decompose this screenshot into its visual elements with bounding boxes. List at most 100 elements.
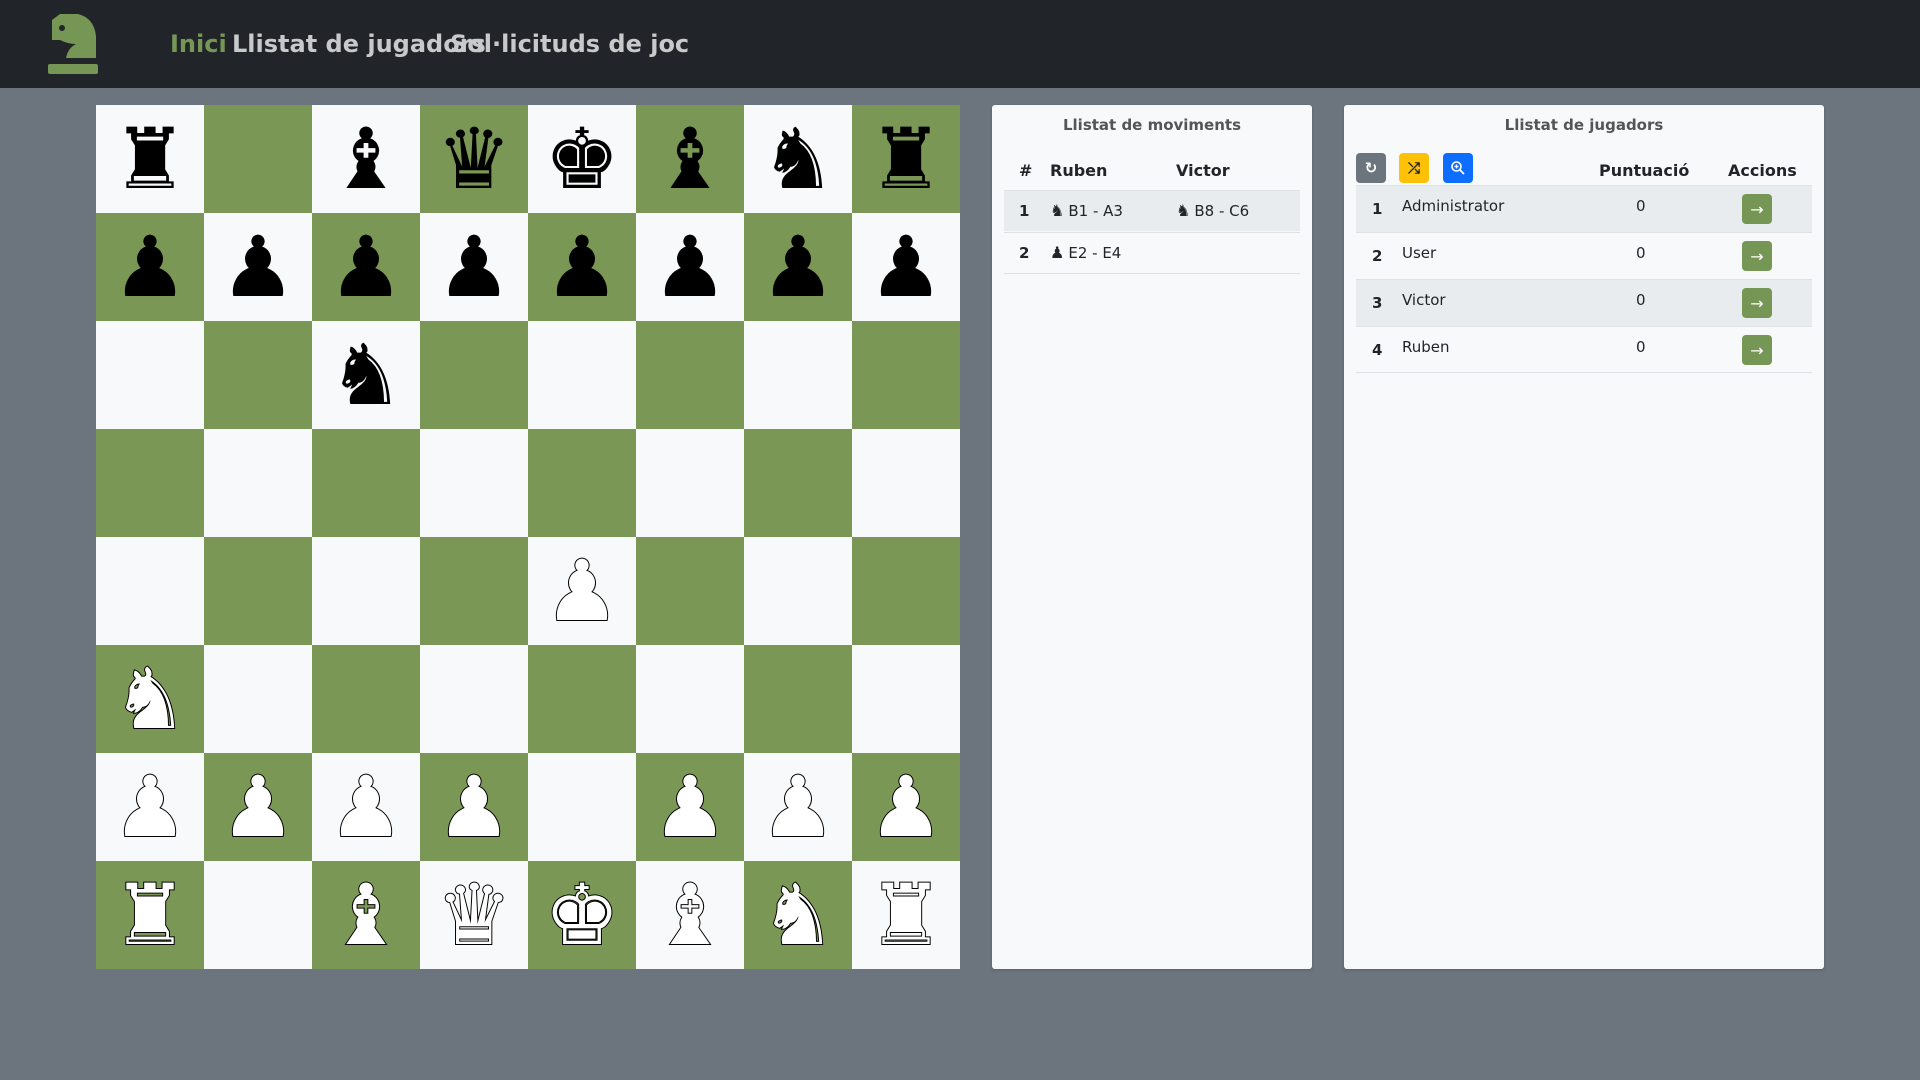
- square-d5[interactable]: [420, 429, 528, 537]
- square-d8[interactable]: ♛: [420, 105, 528, 213]
- square-e2[interactable]: [528, 753, 636, 861]
- square-g2[interactable]: ♟: [744, 753, 852, 861]
- square-a8[interactable]: ♜: [96, 105, 204, 213]
- square-b5[interactable]: [204, 429, 312, 537]
- square-d6[interactable]: [420, 321, 528, 429]
- nav-link-inici[interactable]: Inici: [170, 28, 227, 60]
- black-pawn-icon[interactable]: ♟: [868, 225, 943, 309]
- square-b7[interactable]: ♟: [204, 213, 312, 321]
- nav-link-sollicituds[interactable]: Sol·licituds de joc: [450, 28, 689, 60]
- square-d7[interactable]: ♟: [420, 213, 528, 321]
- square-c2[interactable]: ♟: [312, 753, 420, 861]
- square-d1[interactable]: ♛: [420, 861, 528, 969]
- square-b3[interactable]: [204, 645, 312, 753]
- square-e4[interactable]: ♟: [528, 537, 636, 645]
- square-c3[interactable]: [312, 645, 420, 753]
- square-e1[interactable]: ♚: [528, 861, 636, 969]
- white-knight-icon[interactable]: ♞: [759, 872, 836, 958]
- square-d2[interactable]: ♟: [420, 753, 528, 861]
- square-f4[interactable]: [636, 537, 744, 645]
- square-g4[interactable]: [744, 537, 852, 645]
- challenge-player-button[interactable]: →: [1742, 241, 1772, 271]
- white-pawn-icon[interactable]: ♟: [327, 764, 404, 850]
- nav-link-llistat-jugadors[interactable]: Llistat de jugadors: [232, 28, 486, 60]
- square-c1[interactable]: ♝: [312, 861, 420, 969]
- square-c5[interactable]: [312, 429, 420, 537]
- black-pawn-icon[interactable]: ♟: [436, 225, 511, 309]
- white-knight-icon[interactable]: ♞: [111, 656, 188, 742]
- square-d3[interactable]: [420, 645, 528, 753]
- square-e6[interactable]: [528, 321, 636, 429]
- square-a7[interactable]: ♟: [96, 213, 204, 321]
- white-pawn-icon[interactable]: ♟: [435, 764, 512, 850]
- square-a2[interactable]: ♟: [96, 753, 204, 861]
- white-bishop-icon[interactable]: ♝: [327, 872, 404, 958]
- square-h7[interactable]: ♟: [852, 213, 960, 321]
- square-h3[interactable]: [852, 645, 960, 753]
- square-c7[interactable]: ♟: [312, 213, 420, 321]
- black-king-icon[interactable]: ♚: [544, 117, 619, 201]
- challenge-player-button[interactable]: →: [1742, 335, 1772, 365]
- zoom-in-button[interactable]: [1443, 153, 1473, 183]
- black-knight-icon[interactable]: ♞: [328, 333, 403, 417]
- square-e3[interactable]: [528, 645, 636, 753]
- square-d4[interactable]: [420, 537, 528, 645]
- square-c8[interactable]: ♝: [312, 105, 420, 213]
- black-pawn-icon[interactable]: ♟: [760, 225, 835, 309]
- square-b6[interactable]: [204, 321, 312, 429]
- square-f7[interactable]: ♟: [636, 213, 744, 321]
- square-h4[interactable]: [852, 537, 960, 645]
- square-b4[interactable]: [204, 537, 312, 645]
- square-g1[interactable]: ♞: [744, 861, 852, 969]
- white-pawn-icon[interactable]: ♟: [759, 764, 836, 850]
- challenge-player-button[interactable]: →: [1742, 288, 1772, 318]
- square-a6[interactable]: [96, 321, 204, 429]
- black-bishop-icon[interactable]: ♝: [652, 117, 727, 201]
- square-b2[interactable]: ♟: [204, 753, 312, 861]
- black-pawn-icon[interactable]: ♟: [328, 225, 403, 309]
- square-a1[interactable]: ♜: [96, 861, 204, 969]
- square-b8[interactable]: [204, 105, 312, 213]
- black-queen-icon[interactable]: ♛: [436, 117, 511, 201]
- square-h8[interactable]: ♜: [852, 105, 960, 213]
- square-h1[interactable]: ♜: [852, 861, 960, 969]
- white-pawn-icon[interactable]: ♟: [651, 764, 728, 850]
- square-h2[interactable]: ♟: [852, 753, 960, 861]
- white-pawn-icon[interactable]: ♟: [543, 548, 620, 634]
- square-g5[interactable]: [744, 429, 852, 537]
- shuffle-button[interactable]: ⤮: [1399, 153, 1429, 183]
- square-e8[interactable]: ♚: [528, 105, 636, 213]
- square-e5[interactable]: [528, 429, 636, 537]
- white-queen-icon[interactable]: ♛: [435, 872, 512, 958]
- black-pawn-icon[interactable]: ♟: [220, 225, 295, 309]
- chess-knight-icon[interactable]: [46, 12, 100, 76]
- refresh-button[interactable]: ↻: [1356, 153, 1386, 183]
- square-a3[interactable]: ♞: [96, 645, 204, 753]
- square-f3[interactable]: [636, 645, 744, 753]
- square-b1[interactable]: [204, 861, 312, 969]
- black-rook-icon[interactable]: ♜: [112, 117, 187, 201]
- square-f1[interactable]: ♝: [636, 861, 744, 969]
- square-g7[interactable]: ♟: [744, 213, 852, 321]
- white-rook-icon[interactable]: ♜: [867, 872, 944, 958]
- square-f6[interactable]: [636, 321, 744, 429]
- white-pawn-icon[interactable]: ♟: [867, 764, 944, 850]
- square-g6[interactable]: [744, 321, 852, 429]
- white-bishop-icon[interactable]: ♝: [651, 872, 728, 958]
- challenge-player-button[interactable]: →: [1742, 194, 1772, 224]
- square-f2[interactable]: ♟: [636, 753, 744, 861]
- white-king-icon[interactable]: ♚: [543, 872, 620, 958]
- square-h6[interactable]: [852, 321, 960, 429]
- chess-board[interactable]: ♜ ♝ ♛ ♚ ♝ ♞ ♜ ♟ ♟ ♟ ♟ ♟ ♟ ♟ ♟ ♞ ♟ ♞ ♟ ♟ ♟ ♟ ♟ ♟ ♟ ♜ ♝ ♛ ♚ ♝ ♞ ♜: [96, 105, 960, 969]
- black-knight-icon[interactable]: ♞: [760, 117, 835, 201]
- square-c6[interactable]: ♞: [312, 321, 420, 429]
- white-pawn-icon[interactable]: ♟: [111, 764, 188, 850]
- square-c4[interactable]: [312, 537, 420, 645]
- black-bishop-icon[interactable]: ♝: [328, 117, 403, 201]
- white-pawn-icon[interactable]: ♟: [219, 764, 296, 850]
- square-g8[interactable]: ♞: [744, 105, 852, 213]
- black-pawn-icon[interactable]: ♟: [544, 225, 619, 309]
- square-g3[interactable]: [744, 645, 852, 753]
- square-e7[interactable]: ♟: [528, 213, 636, 321]
- white-rook-icon[interactable]: ♜: [111, 872, 188, 958]
